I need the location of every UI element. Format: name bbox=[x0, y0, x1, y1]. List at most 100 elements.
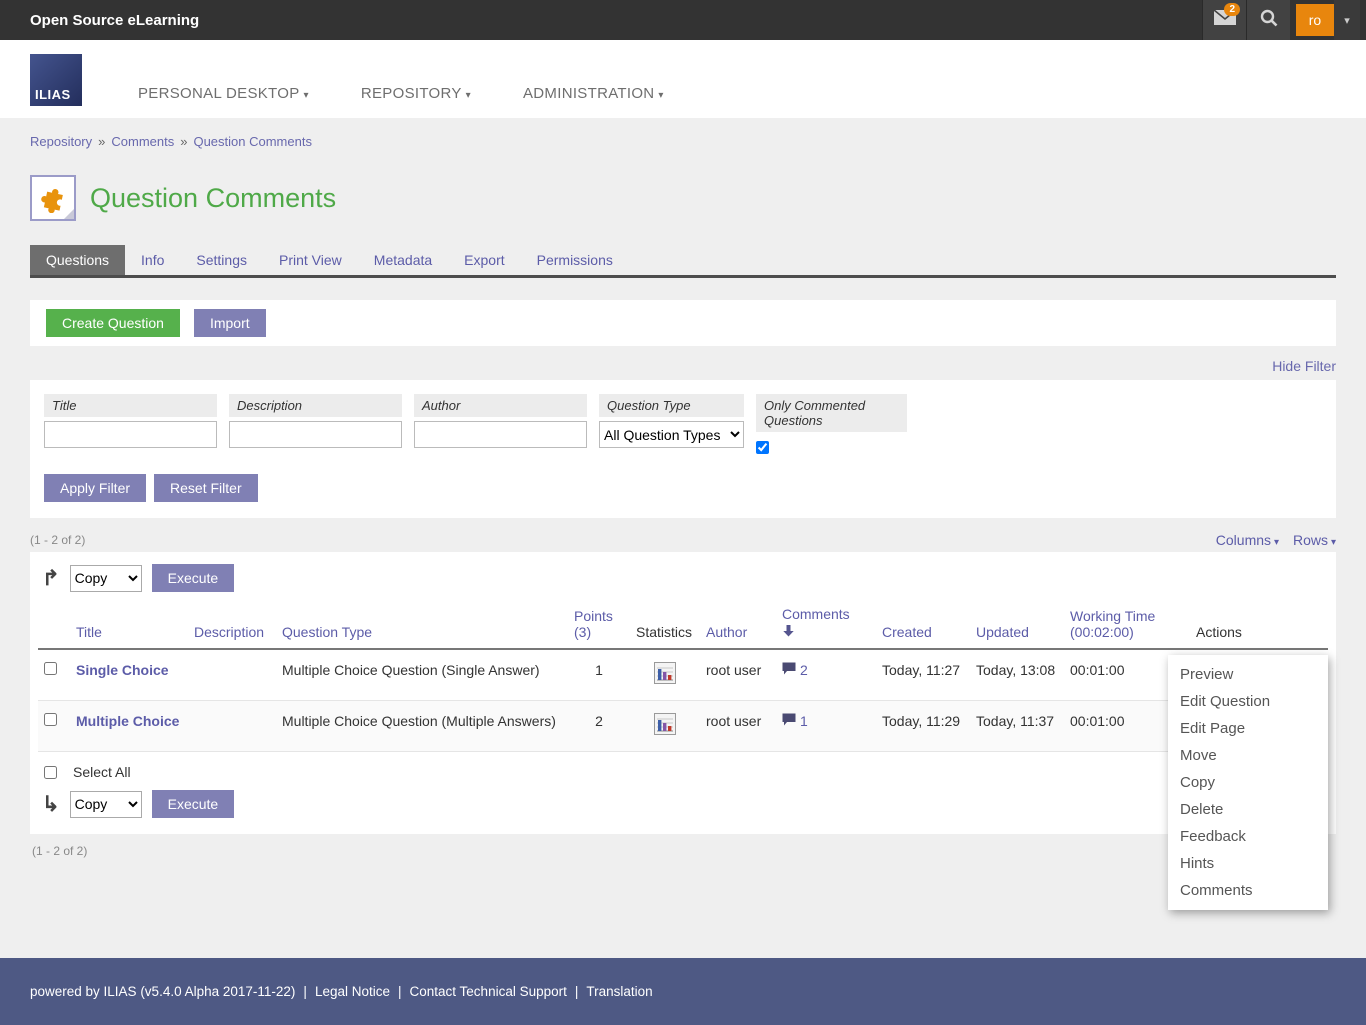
menu-item-hints[interactable]: Hints bbox=[1168, 850, 1328, 877]
statistics-icon[interactable] bbox=[654, 713, 676, 738]
chevron-down-icon: ▾ bbox=[658, 90, 663, 101]
legal-notice-link[interactable]: Legal Notice bbox=[315, 984, 390, 999]
menu-item-feedback[interactable]: Feedback bbox=[1168, 823, 1328, 850]
tab-settings[interactable]: Settings bbox=[180, 245, 263, 275]
column-header-points[interactable]: Points (3) bbox=[568, 598, 630, 649]
search-button[interactable] bbox=[1246, 0, 1290, 40]
nav-administration[interactable]: ADMINISTRATION▾ bbox=[523, 85, 664, 102]
toolbar: Create Question Import bbox=[30, 300, 1336, 346]
question-updated: Today, 13:08 bbox=[970, 649, 1064, 701]
hide-filter-link[interactable]: Hide Filter bbox=[1272, 358, 1336, 374]
columns-selector[interactable]: Columns▾ bbox=[1216, 532, 1279, 548]
avatar[interactable]: ro bbox=[1296, 4, 1334, 36]
questions-table-container: ↱ Copy Execute Title Description Questio… bbox=[30, 552, 1336, 834]
select-all-checkbox[interactable] bbox=[44, 766, 57, 779]
question-points: 1 bbox=[568, 649, 630, 701]
filter-title-label: Title bbox=[44, 394, 217, 417]
column-header-working-time[interactable]: Working Time (00:02:00) bbox=[1064, 598, 1190, 649]
breadcrumb: Repository»Comments»Question Comments bbox=[30, 118, 1336, 149]
select-all-row: Select All bbox=[38, 752, 1328, 786]
filter-only-commented-label: Only Commented Questions bbox=[756, 394, 907, 432]
execute-button-top[interactable]: Execute bbox=[152, 564, 235, 592]
icon-fold-corner bbox=[63, 208, 75, 220]
create-question-button[interactable]: Create Question bbox=[46, 309, 180, 337]
bulk-action-select-top[interactable]: Copy bbox=[70, 565, 142, 592]
question-title-link[interactable]: Multiple Choice bbox=[76, 713, 179, 729]
question-type-select[interactable]: All Question Types bbox=[599, 421, 744, 448]
chevron-down-icon: ▾ bbox=[304, 90, 309, 101]
chevron-down-icon: ▾ bbox=[1331, 537, 1336, 548]
question-updated: Today, 11:37 bbox=[970, 701, 1064, 752]
translation-link[interactable]: Translation bbox=[586, 984, 652, 999]
tab-metadata[interactable]: Metadata bbox=[358, 245, 448, 275]
question-created: Today, 11:27 bbox=[876, 649, 970, 701]
comment-bubble-icon bbox=[782, 713, 796, 729]
question-description bbox=[188, 701, 276, 752]
breadcrumb-question-comments[interactable]: Question Comments bbox=[193, 134, 312, 149]
breadcrumb-comments[interactable]: Comments bbox=[111, 134, 174, 149]
menu-item-move[interactable]: Move bbox=[1168, 742, 1328, 769]
statistics-icon[interactable] bbox=[654, 662, 676, 687]
only-commented-checkbox[interactable] bbox=[756, 441, 769, 454]
column-header-updated[interactable]: Updated bbox=[970, 598, 1064, 649]
question-description bbox=[188, 649, 276, 701]
tab-questions[interactable]: Questions bbox=[30, 245, 125, 275]
reset-filter-button[interactable]: Reset Filter bbox=[154, 474, 258, 502]
user-menu-caret[interactable]: ▾ bbox=[1334, 0, 1360, 40]
question-type: Multiple Choice Question (Single Answer) bbox=[276, 649, 568, 701]
filter-description-input[interactable] bbox=[229, 421, 402, 448]
nav-personal-desktop[interactable]: PERSONAL DESKTOP▾ bbox=[138, 85, 309, 102]
main-content: Repository»Comments»Question Comments Qu… bbox=[0, 118, 1366, 868]
row-checkbox[interactable] bbox=[44, 662, 57, 675]
ilias-logo[interactable]: ILIAS bbox=[30, 54, 82, 106]
rows-selector[interactable]: Rows▾ bbox=[1293, 532, 1336, 548]
import-button[interactable]: Import bbox=[194, 309, 266, 337]
column-header-author[interactable]: Author bbox=[700, 598, 776, 649]
table-view-options: Columns▾ Rows▾ bbox=[1206, 532, 1336, 548]
chevron-down-icon: ▾ bbox=[1344, 14, 1350, 27]
actions-dropdown-menu: Preview Edit Question Edit Page Move Cop… bbox=[1168, 655, 1328, 910]
column-header-question-type[interactable]: Question Type bbox=[276, 598, 568, 649]
filter-description-label: Description bbox=[229, 394, 402, 417]
breadcrumb-repository[interactable]: Repository bbox=[30, 134, 92, 149]
topbar: Open Source eLearning 2 ro ▾ bbox=[0, 0, 1366, 40]
filter-panel: Title Description Author Question Type A… bbox=[30, 380, 1336, 518]
apply-to-selection-up-icon: ↱ bbox=[42, 568, 60, 589]
column-header-created[interactable]: Created bbox=[876, 598, 970, 649]
menu-item-delete[interactable]: Delete bbox=[1168, 796, 1328, 823]
row-checkbox[interactable] bbox=[44, 713, 57, 726]
comments-count-link[interactable]: 2 bbox=[782, 662, 808, 678]
filter-author-input[interactable] bbox=[414, 421, 587, 448]
apply-filter-button[interactable]: Apply Filter bbox=[44, 474, 146, 502]
filter-field-author: Author bbox=[414, 394, 587, 459]
menu-item-comments[interactable]: Comments bbox=[1168, 877, 1328, 904]
question-points: 2 bbox=[568, 701, 630, 752]
sort-descending-icon bbox=[782, 624, 870, 640]
column-header-comments[interactable]: Comments bbox=[776, 598, 876, 649]
bulk-action-top: ↱ Copy Execute bbox=[38, 560, 1328, 598]
tab-permissions[interactable]: Permissions bbox=[521, 245, 629, 275]
menu-item-copy[interactable]: Copy bbox=[1168, 769, 1328, 796]
result-range-bottom: (1 - 2 of 2) bbox=[30, 834, 1336, 868]
page-title: Question Comments bbox=[90, 183, 336, 214]
table-range-row: (1 - 2 of 2) Columns▾ Rows▾ bbox=[30, 532, 1336, 548]
nav-repository[interactable]: REPOSITORY▾ bbox=[361, 85, 471, 102]
table-row-single-choice: Single Choice Multiple Choice Question (… bbox=[38, 649, 1328, 701]
question-title-link[interactable]: Single Choice bbox=[76, 662, 169, 678]
filter-field-only-commented: Only Commented Questions bbox=[756, 394, 907, 459]
filter-question-type-label: Question Type bbox=[599, 394, 744, 417]
comments-count-link[interactable]: 1 bbox=[782, 713, 808, 729]
column-header-description[interactable]: Description bbox=[188, 598, 276, 649]
tab-export[interactable]: Export bbox=[448, 245, 520, 275]
execute-button-bottom[interactable]: Execute bbox=[152, 790, 235, 818]
menu-item-edit-question[interactable]: Edit Question bbox=[1168, 688, 1328, 715]
menu-item-preview[interactable]: Preview bbox=[1168, 661, 1328, 688]
column-header-title[interactable]: Title bbox=[70, 598, 188, 649]
menu-item-edit-page[interactable]: Edit Page bbox=[1168, 715, 1328, 742]
mail-button[interactable]: 2 bbox=[1202, 0, 1246, 40]
tab-print-view[interactable]: Print View bbox=[263, 245, 358, 275]
filter-title-input[interactable] bbox=[44, 421, 217, 448]
bulk-action-select-bottom[interactable]: Copy bbox=[70, 791, 142, 818]
contact-support-link[interactable]: Contact Technical Support bbox=[410, 984, 567, 999]
tab-info[interactable]: Info bbox=[125, 245, 180, 275]
